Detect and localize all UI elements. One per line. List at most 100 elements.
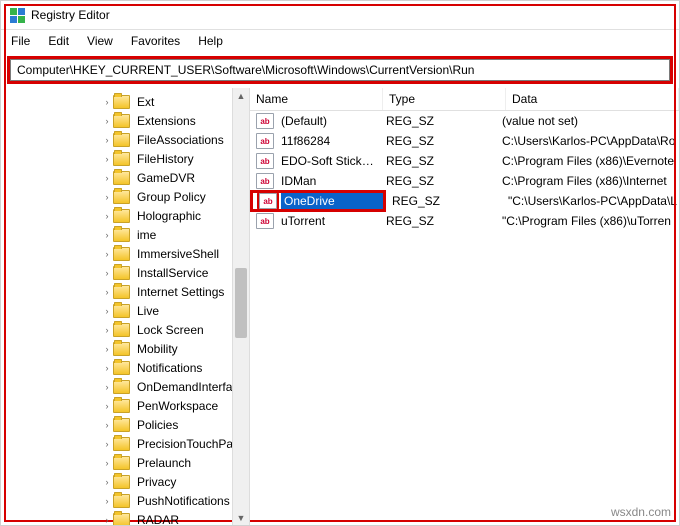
menu-edit[interactable]: Edit [48,34,69,48]
tree-node-label: Notifications [134,360,205,376]
menu-file[interactable]: File [11,34,30,48]
tree-node[interactable]: › Extensions [1,111,249,130]
tree-node-label: RADAR [134,512,182,526]
address-bar[interactable]: Computer\HKEY_CURRENT_USER\Software\Micr… [10,59,670,81]
chevron-right-icon[interactable]: › [101,211,113,221]
menu-help[interactable]: Help [198,34,223,48]
tree-node[interactable]: ›Internet Settings [1,282,249,301]
folder-icon [113,304,130,318]
tree-node[interactable]: ›InstallService [1,263,249,282]
string-value-icon: ab [256,133,274,149]
scroll-thumb[interactable] [235,268,247,338]
chevron-right-icon[interactable]: › [101,287,113,297]
chevron-right-icon[interactable]: › [101,439,113,449]
tree-node[interactable]: › PenWorkspace [1,396,249,415]
tree-node[interactable]: ›Mobility [1,339,249,358]
chevron-right-icon[interactable]: › [101,496,113,506]
tree-node[interactable]: ›Holographic [1,206,249,225]
folder-icon [113,380,130,394]
tree-node-label: PrecisionTouchPad [134,436,243,452]
tree-node-label: ime [134,227,159,243]
value-type: REG_SZ [380,114,496,128]
tree-node[interactable]: › ime [1,225,249,244]
value-type: REG_SZ [380,134,496,148]
selection-highlight: abOneDrive [250,190,386,212]
string-value-icon: ab [256,113,274,129]
value-name: EDO-Soft Sticky ... [278,153,380,169]
tree-node[interactable]: › FileHistory [1,149,249,168]
menu-favorites[interactable]: Favorites [131,34,180,48]
value-data: "C:\Users\Karlos-PC\AppData\L [502,194,679,208]
body: ›Ext›Extensions›FileAssociations›FileHis… [1,88,679,526]
column-data[interactable]: Data [506,88,679,110]
column-name[interactable]: Name [250,88,383,110]
tree-node[interactable]: › Notifications [1,358,249,377]
value-row[interactable]: abIDManREG_SZC:\Program Files (x86)\Inte… [250,171,679,191]
chevron-right-icon[interactable]: › [101,135,113,145]
tree-node[interactable]: ›Policies [1,415,249,434]
chevron-right-icon[interactable]: › [101,344,113,354]
value-type: REG_SZ [380,214,496,228]
tree-node-label: PenWorkspace [134,398,221,414]
string-value-icon: ab [256,153,274,169]
value-row[interactable]: ab11f86284REG_SZC:\Users\Karlos-PC\AppDa… [250,131,679,151]
chevron-right-icon[interactable]: › [101,268,113,278]
column-type[interactable]: Type [383,88,506,110]
watermark: wsxdn.com [611,505,671,519]
value-row[interactable]: ab(Default)REG_SZ(value not set) [250,111,679,131]
chevron-right-icon[interactable]: › [101,116,113,126]
window-title: Registry Editor [31,8,110,22]
tree-node[interactable]: ›Prelaunch [1,453,249,472]
tree-node[interactable]: › FileAssociations [1,130,249,149]
tree-node-label: Extensions [134,113,199,129]
chevron-right-icon[interactable]: › [101,249,113,259]
chevron-right-icon[interactable]: › [101,192,113,202]
folder-icon [113,266,130,280]
tree-node[interactable]: › RADAR [1,510,249,526]
scroll-down-icon[interactable]: ▼ [233,510,249,526]
tree-node[interactable]: ›Group Policy [1,187,249,206]
window: Registry Editor File Edit View Favorites… [0,0,680,526]
chevron-right-icon[interactable]: › [101,325,113,335]
chevron-right-icon[interactable]: › [101,401,113,411]
folder-icon [113,133,130,147]
value-name: 11f86284 [278,133,380,149]
tree-node[interactable]: ›Lock Screen [1,320,249,339]
value-data: "C:\Program Files (x86)\uTorren [496,214,679,228]
tree-node-label: FileHistory [134,151,197,167]
chevron-right-icon[interactable]: › [101,306,113,316]
tree-panel[interactable]: ›Ext›Extensions›FileAssociations›FileHis… [1,88,250,526]
tree-node[interactable]: ›ImmersiveShell [1,244,249,263]
tree-node[interactable]: ›OnDemandInterface [1,377,249,396]
chevron-right-icon[interactable]: › [101,97,113,107]
tree-node[interactable]: › PushNotifications [1,491,249,510]
chevron-right-icon[interactable]: › [101,173,113,183]
scroll-up-icon[interactable]: ▲ [233,88,249,104]
value-row[interactable]: abuTorrentREG_SZ"C:\Program Files (x86)\… [250,211,679,231]
value-row[interactable]: abOneDriveREG_SZ"C:\Users\Karlos-PC\AppD… [250,191,679,211]
chevron-right-icon[interactable]: › [101,382,113,392]
value-type: REG_SZ [386,194,502,208]
tree-node[interactable]: ›Live [1,301,249,320]
regedit-icon [9,7,25,23]
tree-node-label: FileAssociations [134,132,227,148]
tree-node[interactable]: ›Privacy [1,472,249,491]
value-name: IDMan [278,173,380,189]
chevron-right-icon[interactable]: › [101,477,113,487]
menu-view[interactable]: View [87,34,113,48]
value-name: OneDrive [281,193,383,209]
chevron-right-icon[interactable]: › [101,515,113,525]
chevron-right-icon[interactable]: › [101,363,113,373]
tree-node[interactable]: ›Ext [1,92,249,111]
tree-node-label: PushNotifications [134,493,233,509]
chevron-right-icon[interactable]: › [101,420,113,430]
string-value-icon: ab [256,213,274,229]
chevron-right-icon[interactable]: › [101,458,113,468]
value-row[interactable]: abEDO-Soft Sticky ...REG_SZC:\Program Fi… [250,151,679,171]
chevron-right-icon[interactable]: › [101,154,113,164]
folder-icon [113,190,130,204]
tree-node[interactable]: › PrecisionTouchPad [1,434,249,453]
tree-scrollbar[interactable]: ▲ ▼ [232,88,249,526]
tree-node[interactable]: ›GameDVR [1,168,249,187]
chevron-right-icon[interactable]: › [101,230,113,240]
